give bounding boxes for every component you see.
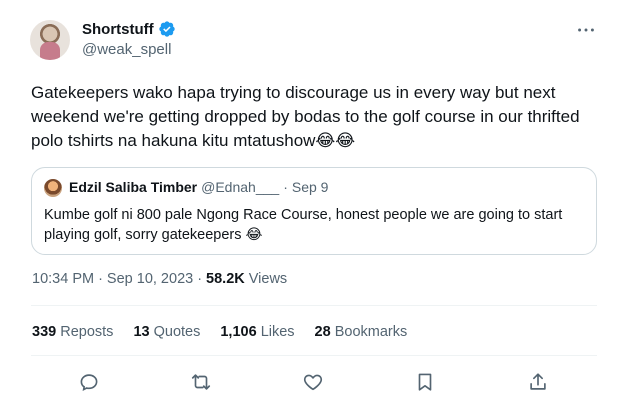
quoted-date: Sep 9: [291, 179, 329, 195]
author-handle[interactable]: @weak_spell: [82, 41, 171, 58]
quoted-author-name: Edzil Saliba Timber: [69, 179, 198, 195]
tweet-actions-bar: [0, 371, 617, 395]
author-avatar[interactable]: [30, 20, 70, 60]
verified-badge-icon[interactable]: [158, 20, 176, 38]
timestamp-separator-2: ·: [197, 271, 203, 287]
quoted-author-handle: @Ednah___: [201, 179, 280, 195]
engagement-stats: 339 Reposts 13 Quotes 1,106 Likes 28 Boo…: [32, 324, 407, 340]
author-display-name[interactable]: Shortstuff: [82, 21, 154, 38]
bookmarks-label: Bookmarks: [334, 324, 408, 340]
share-icon[interactable]: [527, 371, 549, 393]
quoted-tweet-text: Kumbe golf ni 800 pale Ngong Race Course…: [44, 207, 563, 243]
quoted-tweet[interactable]: Edzil Saliba Timber @Ednah___ · Sep 9 Ku…: [31, 167, 597, 255]
tweet-timestamp-row: 10:34 PM · Sep 10, 2023 · 58.2K Views: [32, 271, 287, 287]
repost-icon[interactable]: [190, 371, 212, 393]
bookmark-icon[interactable]: [414, 371, 436, 393]
like-icon[interactable]: [302, 371, 324, 393]
reposts-label: Reposts: [60, 324, 114, 340]
quotes-count: 13: [133, 324, 150, 340]
tweet-time[interactable]: 10:34 PM: [32, 271, 94, 287]
timestamp-separator: ·: [98, 271, 103, 287]
likes-stat[interactable]: 1,106 Likes: [220, 324, 294, 340]
divider: [31, 355, 597, 356]
likes-count: 1,106: [220, 324, 257, 340]
quoted-separator: ·: [283, 179, 288, 195]
bookmarks-stat[interactable]: 28 Bookmarks: [315, 324, 408, 340]
divider: [31, 305, 597, 306]
tweet-date[interactable]: Sep 10, 2023: [107, 271, 193, 287]
tweet-text: Gatekeepers wako hapa trying to discoura…: [31, 83, 580, 150]
quotes-label: Quotes: [153, 324, 201, 340]
views-label: Views: [248, 271, 288, 287]
quoted-tweet-header: Edzil Saliba Timber @Ednah___ · Sep 9: [69, 179, 328, 195]
reply-icon[interactable]: [78, 371, 100, 393]
likes-label: Likes: [260, 324, 295, 340]
author-name-row: Shortstuff: [82, 20, 176, 38]
quoted-author-avatar: [44, 179, 62, 197]
reposts-count: 339: [32, 324, 57, 340]
views-count: 58.2K: [206, 271, 245, 287]
quotes-stat[interactable]: 13 Quotes: [133, 324, 200, 340]
more-options-icon[interactable]: [575, 24, 597, 38]
bookmarks-count: 28: [314, 324, 331, 340]
reposts-stat[interactable]: 339 Reposts: [32, 324, 113, 340]
tweet-card: Shortstuff @weak_spell Gatekeepers wako …: [0, 0, 617, 408]
